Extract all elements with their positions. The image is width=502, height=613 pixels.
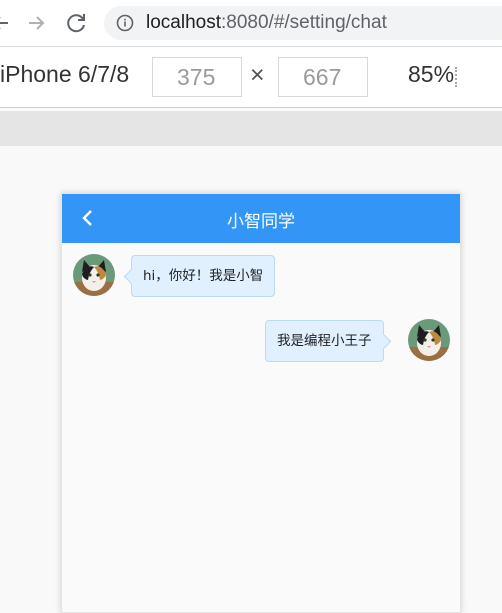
zoom-selector[interactable]: 85% (408, 61, 454, 88)
bubble-tail (123, 268, 140, 285)
device-selector[interactable]: iPhone 6/7/8 (0, 61, 138, 88)
message-bubble-bot: hi，你好！我是小智 (123, 255, 276, 297)
bot-avatar (73, 254, 115, 296)
message-bubble-user: 我是编程小王子 (265, 320, 391, 362)
url-path: :8080/#/setting/chat (221, 12, 387, 33)
user-avatar (408, 319, 450, 361)
message-text: 我是编程小王子 (277, 333, 372, 349)
phone-viewport: 小智同学 hi，你好！我是小智 我是编程小王子 (61, 193, 461, 613)
device-toolbar: iPhone 6/7/8 375 × 667 85% (0, 46, 502, 108)
browser-toolbar: localhost:8080/#/setting/chat (0, 0, 502, 46)
url-text[interactable]: localhost:8080/#/setting/chat (146, 12, 387, 34)
height-input[interactable]: 667 (278, 57, 368, 97)
message-text: hi，你好！我是小智 (143, 268, 264, 284)
dimension-separator: × (250, 61, 265, 89)
info-icon[interactable] (116, 14, 134, 32)
url-host: localhost (146, 12, 221, 33)
toolbar-divider (455, 67, 465, 87)
ruler-band (0, 111, 502, 146)
width-input[interactable]: 375 (152, 57, 242, 97)
address-bar[interactable]: localhost:8080/#/setting/chat (104, 6, 502, 40)
chat-title: 小智同学 (227, 212, 295, 232)
chat-header: 小智同学 (62, 194, 460, 243)
bubble-tail (375, 333, 391, 350)
forward-arrow-icon[interactable] (22, 8, 52, 38)
back-arrow-icon[interactable] (0, 8, 16, 38)
reload-icon[interactable] (62, 8, 92, 38)
